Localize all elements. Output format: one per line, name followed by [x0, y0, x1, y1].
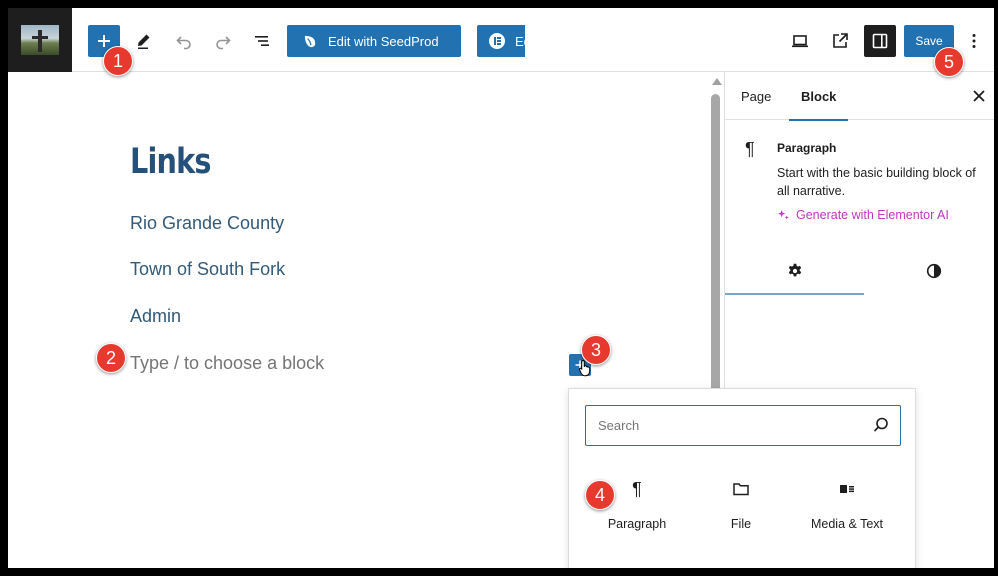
page-title[interactable]: Links — [130, 142, 211, 182]
sidebar-panel-icon — [872, 33, 888, 49]
document-overview-button[interactable] — [246, 25, 278, 57]
paragraph-icon: ¶ — [745, 139, 755, 159]
view-page-button[interactable] — [824, 25, 856, 57]
search-icon — [873, 417, 888, 432]
link-admin[interactable]: Admin — [130, 306, 181, 327]
tools-button[interactable] — [128, 25, 160, 57]
scrollbar-thumb[interactable] — [711, 94, 720, 414]
empty-paragraph-placeholder[interactable]: Type / to choose a block — [130, 353, 324, 374]
undo-button[interactable] — [168, 25, 200, 57]
media-text-icon — [797, 477, 897, 501]
callout-2: 2 — [96, 343, 126, 373]
settings-toggle-button[interactable] — [864, 25, 896, 57]
editor-toolbar: Edit with SeedProd Edit with Elementor S… — [8, 8, 994, 72]
pencil-icon — [138, 34, 150, 49]
edit-with-seedprod-button[interactable]: Edit with SeedProd — [287, 25, 461, 57]
link-town-of-south-fork[interactable]: Town of South Fork — [130, 259, 285, 280]
callout-4: 4 — [585, 480, 615, 510]
external-link-icon — [833, 33, 848, 48]
block-inspector-tabs — [725, 247, 994, 295]
inserter-item-media-text[interactable]: Media & Text — [797, 477, 897, 531]
contrast-icon — [926, 263, 941, 279]
redo-icon — [216, 36, 231, 50]
preview-device-button[interactable] — [784, 25, 816, 57]
laptop-icon — [792, 35, 808, 48]
seedprod-leaf-icon — [304, 35, 316, 47]
sidebar-tabs: Page Block — [725, 72, 994, 121]
inserter-item-file[interactable]: File — [691, 477, 791, 531]
site-logo[interactable] — [8, 8, 72, 72]
tab-page[interactable]: Page — [741, 72, 771, 120]
tab-block-settings[interactable] — [725, 247, 864, 295]
more-vertical-icon — [972, 34, 976, 48]
folder-icon — [691, 477, 791, 501]
close-sidebar-button[interactable] — [969, 86, 989, 106]
callout-5: 5 — [934, 47, 964, 77]
block-card-description: Start with the basic building block of a… — [777, 166, 976, 198]
gear-icon — [788, 263, 801, 277]
close-icon — [973, 90, 985, 102]
plus-icon — [98, 35, 110, 47]
elementor-label: Edit with Elementor — [515, 33, 525, 49]
inserter-item-label: File — [730, 517, 752, 531]
search-placeholder: Search — [598, 418, 640, 433]
callout-3: 3 — [581, 335, 611, 365]
block-card-title: Paragraph — [777, 141, 837, 155]
link-rio-grande-county[interactable]: Rio Grande County — [130, 213, 284, 234]
generate-ai-label: Generate with Elementor AI — [796, 208, 949, 222]
quick-inserter-popover: Search ¶ Paragraph File Media & Text — [568, 388, 916, 568]
tab-block-styles[interactable] — [864, 247, 994, 295]
options-menu-button[interactable] — [962, 25, 986, 57]
callout-1: 1 — [103, 46, 133, 76]
editor-frame: Edit with SeedProd Edit with Elementor S… — [8, 8, 994, 568]
redo-button[interactable] — [207, 25, 239, 57]
scroll-up-arrow-icon[interactable] — [712, 78, 722, 85]
block-search-input[interactable]: Search — [585, 405, 901, 446]
inserter-item-label: Paragraph — [607, 517, 667, 531]
list-view-icon — [255, 36, 269, 46]
tab-block[interactable]: Block — [788, 72, 849, 121]
edit-with-elementor-button[interactable]: Edit with Elementor — [477, 25, 525, 57]
site-icon — [21, 25, 59, 55]
sparkle-icon — [777, 209, 789, 220]
generate-with-elementor-ai-link[interactable]: Generate with Elementor AI — [777, 208, 949, 222]
elementor-logo-icon — [489, 33, 505, 49]
undo-icon — [176, 36, 191, 50]
seedprod-label: Edit with SeedProd — [328, 33, 439, 49]
inserter-item-label: Media & Text — [810, 517, 884, 531]
